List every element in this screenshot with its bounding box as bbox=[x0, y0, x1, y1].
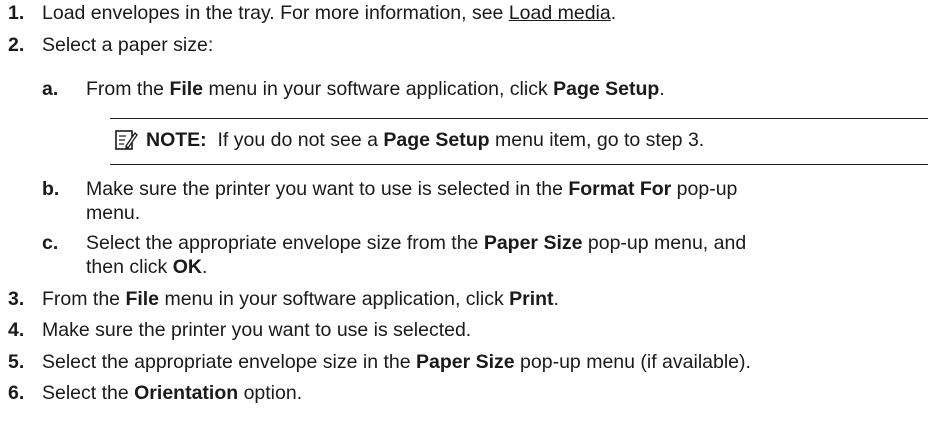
step-text-5: Select the appropriate envelope size in … bbox=[42, 351, 751, 373]
substep-letter-a: a. bbox=[42, 78, 59, 100]
step-text-2: Select a paper size: bbox=[42, 34, 214, 56]
note-text: NOTE: If you do not see a Page Setup men… bbox=[146, 129, 705, 151]
substep-text-c-line2: then click OK. bbox=[86, 256, 208, 278]
step-text-3: From the File menu in your software appl… bbox=[42, 288, 559, 310]
load-media-link[interactable]: Load media bbox=[509, 2, 611, 24]
substep-text-a: From the File menu in your software appl… bbox=[86, 78, 665, 100]
substep-text-c: Select the appropriate envelope size fro… bbox=[86, 232, 747, 254]
step-number-5: 5. bbox=[8, 351, 25, 373]
step-number-3: 3. bbox=[8, 288, 25, 310]
note-label: NOTE: bbox=[146, 129, 207, 151]
substep-letter-b: b. bbox=[42, 178, 60, 200]
step-text-6: Select the Orientation option. bbox=[42, 382, 303, 404]
step-number-2: 2. bbox=[8, 34, 25, 56]
substep-text-b: Make sure the printer you want to use is… bbox=[86, 178, 738, 200]
step-number-6: 6. bbox=[8, 382, 25, 404]
note-bottom-rule bbox=[110, 164, 928, 165]
step-text-4: Make sure the printer you want to use is… bbox=[42, 319, 472, 341]
note-pencil-icon bbox=[115, 130, 138, 150]
step-number-4: 4. bbox=[8, 319, 25, 341]
note-top-rule bbox=[110, 118, 928, 119]
step-text-1: Load envelopes in the tray. For more inf… bbox=[42, 2, 617, 24]
step-number-1: 1. bbox=[8, 2, 25, 24]
substep-text-b-line2: menu. bbox=[86, 202, 141, 224]
note-box: NOTE: If you do not see a Page Setup men… bbox=[110, 118, 928, 166]
substep-letter-c: c. bbox=[42, 232, 59, 254]
